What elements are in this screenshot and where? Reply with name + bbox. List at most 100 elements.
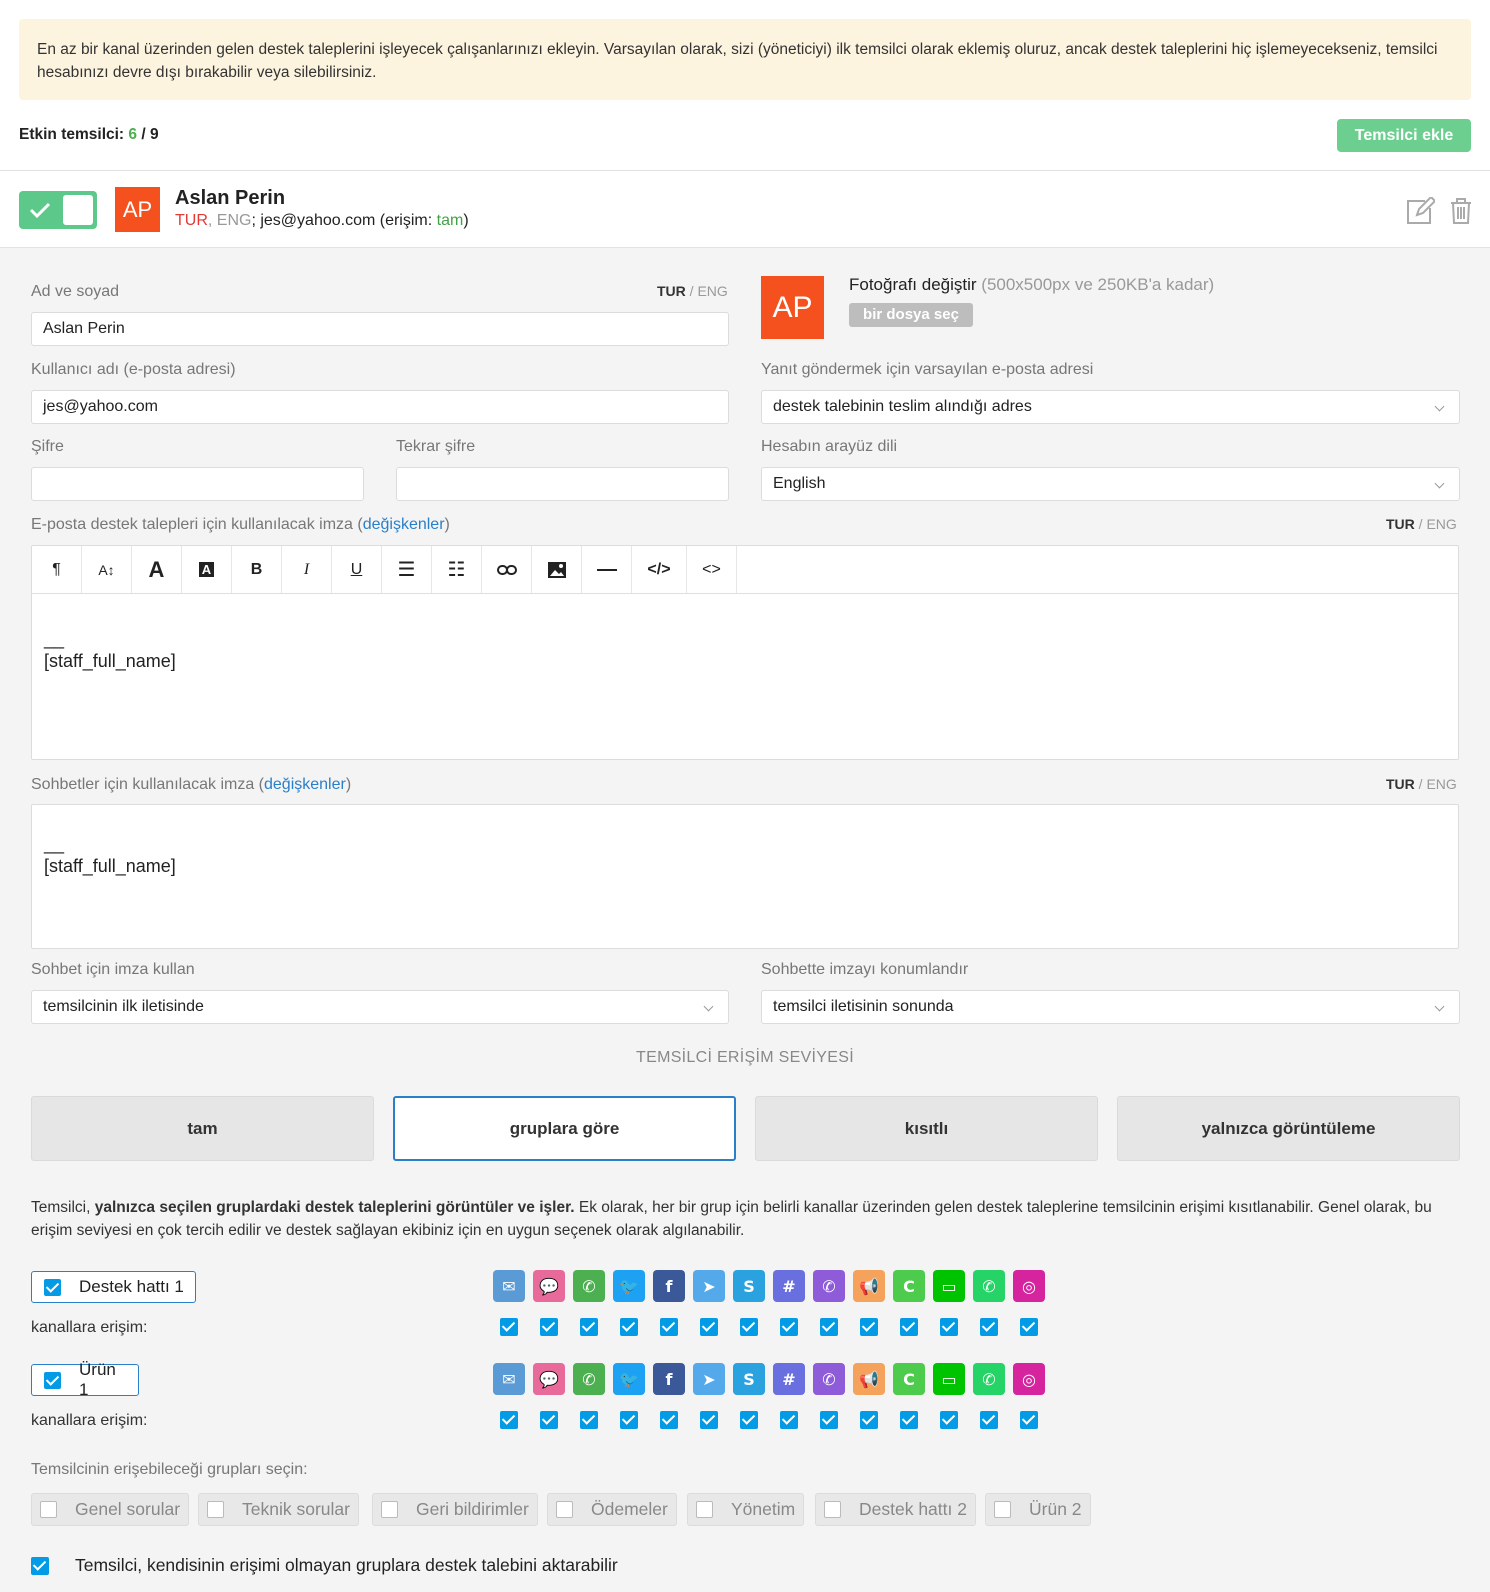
- checkbox-checked-icon: [44, 1371, 61, 1389]
- phone-icon: ✆: [573, 1363, 605, 1395]
- variables-link[interactable]: değişkenler: [264, 776, 346, 793]
- channel-checkbox[interactable]: [820, 1411, 838, 1429]
- chat-signature-content: __ [staff_full_name]: [44, 834, 176, 876]
- channel-checkbox[interactable]: [540, 1318, 558, 1336]
- channel-checkbox[interactable]: [700, 1318, 718, 1336]
- access-level-description: Temsilci, yalnızca seçilen gruplardaki d…: [31, 1199, 1432, 1239]
- bold-icon[interactable]: B: [232, 546, 282, 593]
- agent-active-toggle[interactable]: [19, 191, 97, 229]
- access-level-by-groups[interactable]: gruplara göre: [393, 1096, 736, 1161]
- channel-checkbox[interactable]: [780, 1318, 798, 1336]
- code-view-icon[interactable]: </>: [632, 546, 687, 593]
- channel-checkbox[interactable]: [500, 1411, 518, 1429]
- channel-checkbox[interactable]: [980, 1318, 998, 1336]
- name-input[interactable]: Aslan Perin: [31, 312, 729, 346]
- channel-checkbox[interactable]: [500, 1318, 518, 1336]
- choose-file-button[interactable]: bir dosya seç: [849, 303, 973, 327]
- viber-icon: ✆: [813, 1363, 845, 1395]
- channels-access-label: kanallara erişim:: [31, 1319, 148, 1336]
- channel-checkbox[interactable]: [1020, 1318, 1038, 1336]
- underline-icon[interactable]: U: [332, 546, 382, 593]
- slack-icon: #: [773, 1363, 805, 1395]
- use-signature-select[interactable]: temsilcinin ilk iletisinde: [31, 990, 729, 1024]
- group-option-technical[interactable]: Teknik sorular: [198, 1493, 359, 1526]
- bg-color-icon[interactable]: A: [182, 546, 232, 593]
- whatsapp-icon: ✆: [973, 1363, 1005, 1395]
- group-option-payments[interactable]: Ödemeler: [547, 1493, 677, 1526]
- channel-checkbox[interactable]: [980, 1411, 998, 1429]
- channel-checkbox[interactable]: [580, 1318, 598, 1336]
- ui-language-select[interactable]: English: [761, 467, 1460, 501]
- channel-checkbox[interactable]: [620, 1411, 638, 1429]
- email-signature-content: __ [staff_full_name]: [44, 629, 176, 671]
- channel-checkbox[interactable]: [900, 1411, 918, 1429]
- checkbox-checked-icon: [44, 1278, 61, 1296]
- variables-link[interactable]: değişkenler: [363, 516, 445, 533]
- ui-language-label: Hesabın arayüz dili: [761, 438, 898, 455]
- chat-signature-lang-switch[interactable]: TUR / ENG: [1386, 776, 1457, 792]
- instagram-icon: ◎: [1013, 1270, 1045, 1302]
- access-level-full[interactable]: tam: [31, 1096, 374, 1161]
- whatsapp-icon: ✆: [973, 1270, 1005, 1302]
- channel-checkbox[interactable]: [740, 1411, 758, 1429]
- channel-checkbox[interactable]: [820, 1318, 838, 1336]
- access-level-view-only[interactable]: yalnızca görüntüleme: [1117, 1096, 1460, 1161]
- group-option-management[interactable]: Yönetim: [687, 1493, 805, 1526]
- channel-checkbox[interactable]: [940, 1318, 958, 1336]
- username-input[interactable]: jes@yahoo.com: [31, 390, 729, 424]
- access-level-restricted[interactable]: kısıtlı: [755, 1096, 1098, 1161]
- channel-checkbox[interactable]: [620, 1318, 638, 1336]
- chatra-icon: C: [893, 1363, 925, 1395]
- viber-icon: ✆: [813, 1270, 845, 1302]
- italic-icon[interactable]: I: [282, 546, 332, 593]
- horizontal-line-icon[interactable]: [582, 546, 632, 593]
- bulleted-list-icon[interactable]: ☰: [382, 546, 432, 593]
- channel-checkbox[interactable]: [660, 1318, 678, 1336]
- name-label: Ad ve soyad: [31, 283, 120, 300]
- name-lang-switch[interactable]: TUR / ENG: [657, 283, 728, 299]
- reply-email-select[interactable]: destek talebinin teslim alındığı adres: [761, 390, 1460, 424]
- email-signature-label: E-posta destek talepleri için kullanılac…: [31, 516, 450, 533]
- transfer-permission[interactable]: Temsilci, kendisinin erişimi olmayan gru…: [31, 1555, 618, 1576]
- chat-signature-label: Sohbetler için kullanılacak imza (değişk…: [31, 776, 352, 793]
- paragraph-icon[interactable]: ¶: [32, 546, 82, 593]
- numbered-list-icon[interactable]: ☷: [432, 546, 482, 593]
- font-color-icon[interactable]: A: [132, 546, 182, 593]
- group-checkbox-product-1[interactable]: Ürün 1: [31, 1360, 139, 1399]
- trash-icon[interactable]: [1449, 197, 1473, 230]
- signature-position-select[interactable]: temsilci iletisinin sonunda: [761, 990, 1460, 1024]
- channel-checkbox[interactable]: [900, 1318, 918, 1336]
- channel-checkbox[interactable]: [700, 1411, 718, 1429]
- chat-signature-editor[interactable]: __ [staff_full_name]: [31, 804, 1459, 949]
- use-signature-label: Sohbet için imza kullan: [31, 961, 195, 978]
- password-repeat-input[interactable]: [396, 467, 729, 501]
- email-signature-lang-switch[interactable]: TUR / ENG: [1386, 516, 1457, 532]
- group-option-feedback[interactable]: Geri bildirimler: [372, 1493, 538, 1526]
- channel-checkbox[interactable]: [740, 1318, 758, 1336]
- channel-checkbox[interactable]: [860, 1411, 878, 1429]
- channel-checkbox[interactable]: [780, 1411, 798, 1429]
- facebook-icon: f: [653, 1363, 685, 1395]
- group-option-general[interactable]: Genel sorular: [31, 1493, 190, 1526]
- edit-icon[interactable]: [1405, 195, 1437, 230]
- group-checkbox-support-line-1[interactable]: Destek hattı 1: [31, 1271, 196, 1303]
- code-icon[interactable]: <>: [687, 546, 737, 593]
- channel-checkbox[interactable]: [580, 1411, 598, 1429]
- channel-checkbox[interactable]: [1020, 1411, 1038, 1429]
- channel-checkbox[interactable]: [940, 1411, 958, 1429]
- password-input[interactable]: [31, 467, 364, 501]
- email-signature-editor[interactable]: ¶ A↕ A A B I U ☰ ☷ </> <> __ [staff_full_…: [31, 545, 1459, 760]
- channel-checkbox[interactable]: [540, 1411, 558, 1429]
- link-icon[interactable]: [482, 546, 532, 593]
- group-option-product-2[interactable]: Ürün 2: [985, 1493, 1091, 1526]
- channel-checkbox[interactable]: [860, 1318, 878, 1336]
- group-option-support-line-2[interactable]: Destek hattı 2: [815, 1493, 976, 1526]
- avatar: AP: [115, 187, 160, 232]
- password-repeat-label: Tekrar şifre: [396, 438, 476, 455]
- facebook-icon: f: [653, 1270, 685, 1302]
- channel-checkbox[interactable]: [660, 1411, 678, 1429]
- active-agent-count: Etkin temsilci: 6 / 9: [19, 126, 159, 143]
- image-icon[interactable]: [532, 546, 582, 593]
- font-size-icon[interactable]: A↕: [82, 546, 132, 593]
- add-agent-button[interactable]: Temsilci ekle: [1337, 119, 1471, 152]
